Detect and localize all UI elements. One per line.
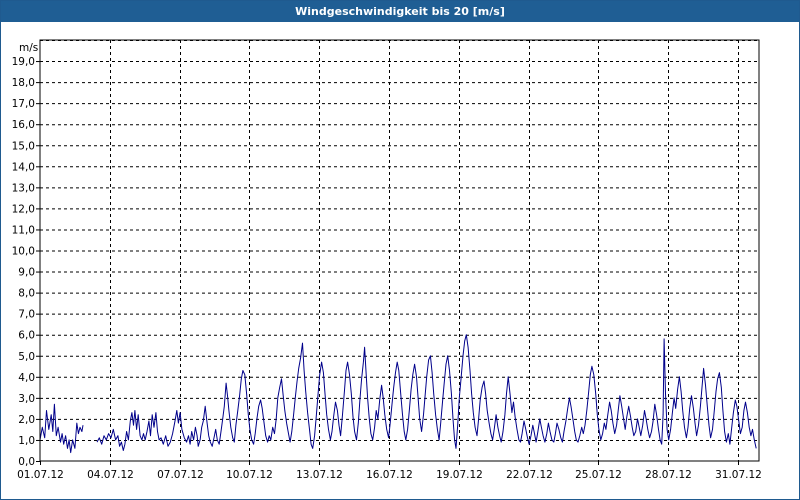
y-axis-ticks: 0,0 1,0 2,0 3,0 4,0 5,0 6,0 7,0 8,0 9,0 10,0 11,0 12… — [12, 56, 40, 468]
y-tick-label: 9,0 — [18, 267, 35, 279]
y-tick-label: 15,0 — [12, 140, 35, 152]
y-tick-label: 18,0 — [12, 77, 35, 89]
y-tick-label: 10,0 — [12, 246, 35, 258]
y-tick-label: 6,0 — [18, 330, 35, 342]
x-tick-label: 16.07.12 — [366, 469, 413, 481]
x-tick-label: 01.07.12 — [17, 469, 64, 481]
x-tick-label: 04.07.12 — [87, 469, 134, 481]
y-tick-label: 19,0 — [12, 56, 35, 68]
series-line-segment — [96, 334, 757, 451]
y-tick-label: 7,0 — [18, 309, 35, 321]
y-tick-label: 14,0 — [12, 161, 35, 173]
plot-area-border — [39, 39, 760, 462]
grid-lines — [40, 40, 759, 461]
y-tick-label: 1,0 — [18, 435, 35, 447]
y-tick-label: 12,0 — [12, 203, 35, 215]
x-tick-label: 13.07.12 — [296, 469, 343, 481]
y-axis-unit-label: m/s — [19, 42, 38, 54]
y-tick-label: 13,0 — [12, 182, 35, 194]
series-lines — [39, 334, 757, 454]
x-tick-label: 10.07.12 — [226, 469, 273, 481]
x-tick-label: 19.07.12 — [436, 469, 483, 481]
y-tick-label: 0,0 — [18, 456, 35, 468]
series-line-segment — [39, 403, 84, 454]
y-tick-label: 5,0 — [18, 351, 35, 363]
y-tick-label: 2,0 — [18, 414, 35, 426]
y-tick-label: 16,0 — [12, 119, 35, 131]
y-tick-label: 11,0 — [12, 224, 35, 236]
x-axis-ticks: 01.07.12 04.07.12 07.07.12 10.07.12 13.07.12… — [17, 461, 762, 481]
y-tick-label: 3,0 — [18, 393, 35, 405]
x-tick-label: 25.07.12 — [575, 469, 622, 481]
y-tick-label: 17,0 — [12, 98, 35, 110]
y-tick-label: 8,0 — [18, 288, 35, 300]
x-tick-label: 07.07.12 — [157, 469, 204, 481]
y-tick-label: 4,0 — [18, 372, 35, 384]
wind-speed-chart: m/s 0,0 1,0 2,0 3,0 4,0 5,0 6,0 7,0 8,0 9,0 10,0 11… — [12, 39, 762, 481]
x-tick-label: 22.07.12 — [506, 469, 553, 481]
x-tick-label: 31.07.12 — [715, 469, 762, 481]
x-tick-label: 28.07.12 — [645, 469, 692, 481]
